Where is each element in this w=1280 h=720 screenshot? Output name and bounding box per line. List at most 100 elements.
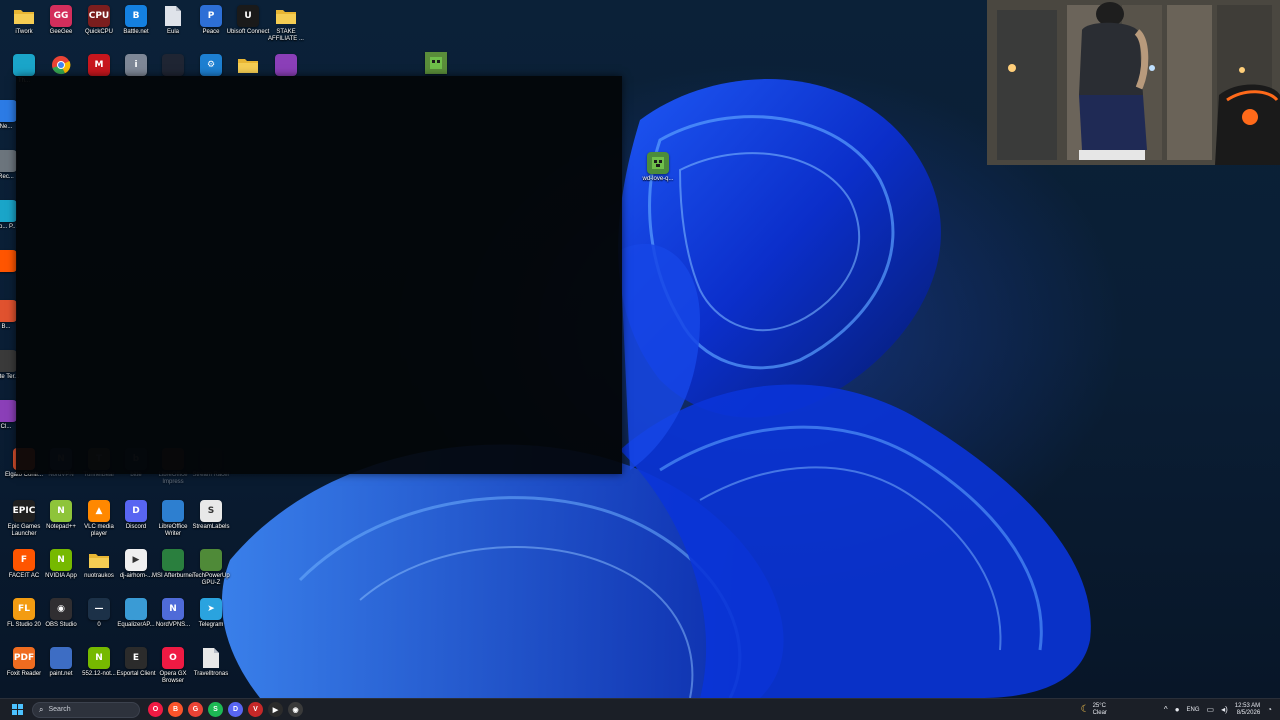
desktop-icon[interactable]: STAKE AFFILIATE ...	[266, 5, 306, 55]
webcam-overlay	[987, 0, 1280, 165]
clock-time: 12:53 AM	[1234, 702, 1261, 709]
folder-icon	[237, 54, 259, 76]
taskbar-pinned-apps: O B G S D V ▶ ◉	[148, 702, 303, 717]
discord-icon: D	[125, 500, 147, 522]
network-icon[interactable]: ▭	[1207, 705, 1215, 714]
app-icon	[275, 54, 297, 76]
document-icon	[162, 5, 184, 27]
app-icon	[0, 250, 17, 272]
ubisoft-icon: U	[237, 5, 259, 27]
start-button[interactable]	[6, 700, 28, 720]
app-icon	[0, 150, 17, 172]
desktop-icon[interactable]: LibreOffice Writer	[153, 500, 193, 550]
desktop-icon-label: wd-love-q...	[642, 176, 674, 182]
taskbar-app-app-icon[interactable]: ▶	[268, 702, 283, 717]
battlenet-icon: B	[125, 5, 147, 27]
geegee-icon: GG	[50, 5, 72, 27]
desktop-icon[interactable]: O Opera GX Browser	[153, 647, 193, 697]
minecraft-icon	[425, 52, 447, 74]
taskbar-search-box[interactable]: ⌕ Search	[32, 701, 140, 718]
desktop-icon[interactable]: MSI Afterburner	[152, 549, 194, 599]
discord-icon: D	[232, 706, 239, 713]
shield-icon: V	[253, 706, 258, 713]
taskbar-app-shield-icon[interactable]: V	[248, 702, 263, 717]
app-icon: i	[125, 54, 147, 76]
app-icon	[162, 54, 184, 76]
desktop-icon[interactable]: paint.net	[41, 647, 81, 697]
clock[interactable]: 12:53 AM 8/5/2026	[1235, 703, 1260, 717]
folder-icon	[88, 549, 110, 571]
nvidia-icon: N	[88, 647, 110, 669]
blank-window-overlay[interactable]	[16, 76, 622, 474]
desktop-icon[interactable]: U Ubisoft Connect	[227, 5, 269, 55]
app-icon	[0, 300, 17, 322]
desktop-icon[interactable]: ◉ OBS Studio	[41, 598, 81, 648]
windows-logo-icon	[11, 704, 23, 715]
search-icon: ⌕	[39, 704, 44, 714]
document-icon	[200, 647, 222, 669]
taskbar-app-opera-icon[interactable]: O	[148, 702, 163, 717]
writer-icon	[162, 500, 184, 522]
foxit-icon: PDF	[13, 647, 35, 669]
desktop-icon[interactable]: Eula	[153, 5, 193, 55]
faceit-icon: F	[13, 549, 35, 571]
desktop-icon[interactable]: N NordVPNS...	[153, 598, 193, 648]
app-icon	[0, 100, 17, 122]
desktop-icon[interactable]: S StreamLabels	[191, 500, 231, 550]
streamlabels-icon: S	[200, 500, 222, 522]
taskbar-app-discord-icon[interactable]: D	[228, 702, 243, 717]
taskbar-app-spotify-icon[interactable]: S	[208, 702, 223, 717]
language-indicator[interactable]: ENG	[1187, 707, 1200, 713]
desktop-icon-label: Travelltronas	[193, 671, 229, 677]
microphone-icon[interactable]: ●	[1175, 705, 1180, 714]
gear-icon: ⚙	[200, 54, 222, 76]
peace-icon: P	[200, 5, 222, 27]
weather-widget[interactable]: ☾ 25°C Clear	[1081, 703, 1107, 717]
quickcpu-icon: CPU	[88, 5, 110, 27]
opera-icon: O	[152, 706, 159, 713]
system-tray: ☾ 25°C Clear ^ ● ENG ▭ ◂) 12:53 AM 8/5/2…	[1081, 703, 1280, 717]
spotify-icon: S	[213, 706, 218, 713]
folder-icon	[13, 5, 35, 27]
equalizer-icon	[125, 598, 147, 620]
desktop-icon-dragged[interactable]: wd-love-q...	[638, 152, 678, 202]
weather-desc: Clear	[1092, 709, 1107, 716]
audio-icon: ▶	[125, 549, 147, 571]
taskbar-app-obs-icon[interactable]: ◉	[288, 702, 303, 717]
nvidia-icon: N	[50, 549, 72, 571]
app-icon: ▶	[272, 706, 279, 714]
epic-icon: EPIC	[13, 500, 35, 522]
chevron-up-icon[interactable]: ^	[1164, 705, 1168, 714]
volume-icon[interactable]: ◂)	[1221, 705, 1228, 714]
desktop-icon[interactable]: N Notepad++	[41, 500, 81, 550]
notification-bell-icon[interactable]: ◔	[1267, 705, 1272, 714]
paintnet-icon	[50, 647, 72, 669]
moon-icon: ☾	[1080, 704, 1090, 715]
app-icon: M	[88, 54, 110, 76]
desktop-icon[interactable]: Travelltronas	[191, 647, 231, 697]
chrome-icon	[50, 54, 72, 76]
desktop-icon[interactable]: ➤ Telegram	[191, 598, 231, 648]
taskbar-app-chrome-icon[interactable]: G	[188, 702, 203, 717]
weather-temp: 25°C	[1092, 702, 1106, 709]
obs-icon: ◉	[50, 598, 72, 620]
desktop-icon[interactable]: TechPowerUp GPU-Z	[191, 549, 231, 599]
desktop[interactable]: iTwork GG GeeGee CPU QuickCPU B Battle.net Eula…	[0, 0, 1280, 698]
notepad-icon: N	[50, 500, 72, 522]
search-placeholder: Search	[48, 706, 71, 713]
flstudio-icon: FL	[13, 598, 35, 620]
nordvpn-icon: N	[162, 598, 184, 620]
brave-icon: B	[172, 706, 179, 713]
app-icon	[13, 54, 35, 76]
desktop-icon[interactable]: GG GeeGee	[41, 5, 81, 55]
clock-date: 8/5/2026	[1236, 709, 1261, 716]
app-icon	[0, 200, 17, 222]
desktop-icon-label: STAKE AFFILIATE ...	[268, 29, 304, 42]
app-icon: —	[88, 598, 110, 620]
opera-icon: O	[162, 647, 184, 669]
chrome-icon: G	[192, 706, 199, 713]
taskbar: ⌕ Search O B G S D V ▶ ◉ ☾ 25°C Clear ^ ● ENG ▭…	[0, 698, 1280, 720]
desktop-icon[interactable]: N NVIDIA App	[41, 549, 81, 599]
vlc-icon: ▲	[88, 500, 110, 522]
taskbar-app-brave-icon[interactable]: B	[168, 702, 183, 717]
